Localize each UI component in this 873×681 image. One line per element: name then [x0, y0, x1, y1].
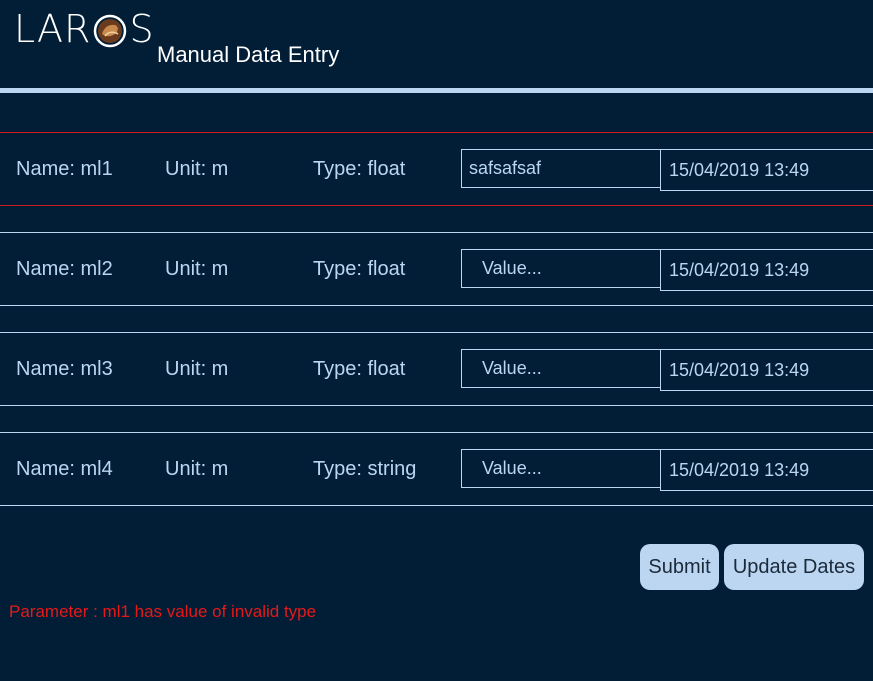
value-input[interactable]: [461, 149, 661, 188]
parameter-unit: Unit: m: [165, 358, 229, 380]
laros-logo: LAR S: [14, 6, 155, 52]
parameter-row-ml3: Name: ml3 Unit: m Type: float: [0, 332, 873, 406]
header-divider: [0, 88, 873, 93]
date-input[interactable]: [660, 349, 873, 391]
parameter-name: Name: ml1: [16, 158, 113, 180]
parameter-type: Type: float: [313, 358, 406, 380]
submit-button[interactable]: Submit: [640, 544, 719, 590]
logo-emblem-icon: [93, 12, 127, 48]
value-input[interactable]: [461, 249, 661, 288]
parameter-name: Name: ml3: [16, 358, 113, 380]
page-title: Manual Data Entry: [157, 42, 340, 67]
update-dates-button[interactable]: Update Dates: [724, 544, 864, 590]
parameter-unit: Unit: m: [165, 158, 229, 180]
parameter-unit: Unit: m: [165, 458, 229, 480]
parameter-name: Name: ml2: [16, 258, 113, 280]
parameter-row-ml1: Name: ml1 Unit: m Type: float: [0, 132, 873, 206]
logo-text-right: S: [129, 7, 155, 51]
logo-text-left: LAR: [14, 7, 92, 51]
date-input[interactable]: [660, 449, 873, 491]
parameter-name: Name: ml4: [16, 458, 113, 480]
parameter-row-ml4: Name: ml4 Unit: m Type: string: [0, 432, 873, 506]
parameter-row-ml2: Name: ml2 Unit: m Type: float: [0, 232, 873, 306]
parameter-type: Type: float: [313, 158, 406, 180]
parameter-type: Type: float: [313, 258, 406, 280]
value-input[interactable]: [461, 449, 661, 488]
error-message: Parameter : ml1 has value of invalid typ…: [9, 602, 317, 621]
value-input[interactable]: [461, 349, 661, 388]
parameter-unit: Unit: m: [165, 258, 229, 280]
parameter-type: Type: string: [313, 458, 417, 480]
date-input[interactable]: [660, 249, 873, 291]
date-input[interactable]: [660, 149, 873, 191]
